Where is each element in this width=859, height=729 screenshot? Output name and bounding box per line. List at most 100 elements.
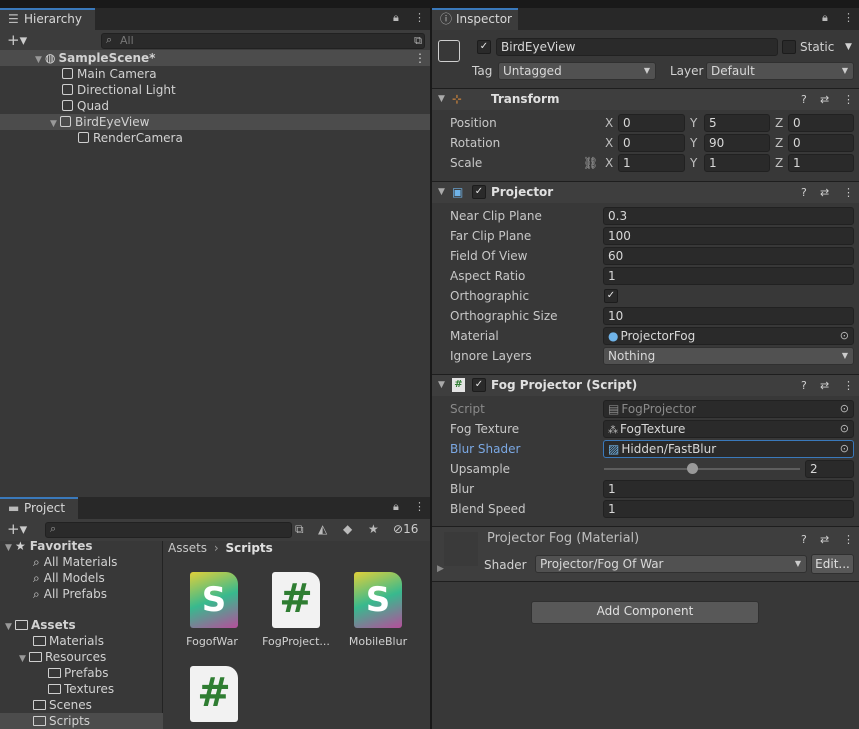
hierarchy-search-input[interactable]: ⌕ All ⧉: [101, 33, 425, 49]
hierarchy-item-quad[interactable]: Quad: [0, 98, 109, 114]
material-object-field[interactable]: ● ProjectorFog ⊙: [603, 327, 854, 345]
blur-shader-object-field[interactable]: ▨ Hidden/FastBlur ⊙: [603, 440, 854, 458]
rotation-y-field[interactable]: 90: [704, 134, 770, 152]
hierarchy-item-birdeyeview[interactable]: ▼ BirdEyeView: [0, 114, 430, 130]
object-picker-icon[interactable]: ⊙: [840, 328, 849, 344]
blur-field[interactable]: 1: [603, 480, 854, 498]
fog-projector-enabled-checkbox[interactable]: ✓: [472, 378, 486, 392]
static-checkbox[interactable]: [782, 40, 796, 54]
add-component-button[interactable]: Add Component: [531, 601, 759, 624]
constrain-proportions-icon[interactable]: ⛓: [583, 154, 598, 172]
more-icon[interactable]: ⋮: [414, 50, 426, 66]
scale-y-field[interactable]: 1: [704, 154, 770, 172]
active-checkbox[interactable]: ✓: [477, 40, 491, 54]
expand-arrow-icon[interactable]: ▶: [437, 564, 444, 574]
csharp-script-asset-icon[interactable]: #: [272, 572, 320, 628]
gameobject-large-icon[interactable]: [438, 40, 460, 62]
add-icon[interactable]: +▾: [7, 520, 27, 538]
position-z-field[interactable]: 0: [788, 114, 854, 132]
near-clip-field[interactable]: 0.3: [603, 207, 854, 225]
transform-header[interactable]: ▼ ⊹ Transform ? ⇄ ⋮: [432, 88, 859, 110]
shader-dropdown[interactable]: Projector/Fog Of War ▼: [535, 555, 807, 573]
hierarchy-item-rendercamera[interactable]: RenderCamera: [0, 130, 183, 146]
filter-type-icon[interactable]: ◭: [318, 522, 327, 536]
more-icon[interactable]: ⋮: [843, 533, 854, 546]
csharp-shader-asset-icon[interactable]: S: [190, 572, 238, 628]
more-icon[interactable]: ⋮: [843, 375, 854, 396]
fov-field[interactable]: 60: [603, 247, 854, 265]
add-icon[interactable]: +▾: [7, 31, 27, 49]
edit-shader-button[interactable]: Edit...: [811, 554, 854, 574]
more-icon[interactable]: ⋮: [843, 89, 854, 110]
tab-hierarchy[interactable]: ☰ Hierarchy: [0, 8, 95, 30]
more-icon[interactable]: ⋮: [414, 11, 425, 24]
more-icon[interactable]: ⋮: [843, 182, 854, 203]
fog-texture-object-field[interactable]: ⁂ FogTexture ⊙: [603, 420, 854, 438]
fog-projector-header[interactable]: ▼ # ✓ Fog Projector (Script) ? ⇄ ⋮: [432, 374, 859, 396]
help-icon[interactable]: ?: [801, 89, 807, 110]
tree-favorite-item[interactable]: ⌕ All Models: [0, 570, 105, 586]
tree-assets[interactable]: ▼ Assets: [0, 617, 76, 633]
hierarchy-item-main-camera[interactable]: Main Camera: [0, 66, 157, 82]
favorite-star-icon[interactable]: ★: [368, 522, 379, 536]
presets-icon[interactable]: ⇄: [820, 375, 829, 396]
tag-dropdown[interactable]: Untagged ▼: [498, 62, 656, 80]
projector-enabled-checkbox[interactable]: ✓: [472, 185, 486, 199]
object-picker-icon[interactable]: ⊙: [840, 441, 849, 457]
help-icon[interactable]: ?: [801, 375, 807, 396]
tab-project[interactable]: ▬ Project: [0, 497, 78, 519]
search-mode-icon[interactable]: ⧉: [295, 522, 304, 537]
rotation-z-field[interactable]: 0: [788, 134, 854, 152]
far-clip-field[interactable]: 100: [603, 227, 854, 245]
expand-arrow-icon[interactable]: ▼: [438, 182, 445, 203]
tree-favorite-item[interactable]: ⌕ All Prefabs: [0, 586, 107, 602]
csharp-shader-asset-icon[interactable]: S: [354, 572, 402, 628]
tree-folder-prefabs[interactable]: Prefabs: [0, 665, 109, 681]
breadcrumb-assets[interactable]: Assets: [168, 541, 207, 555]
lock-icon[interactable]: 🔒︎: [393, 500, 399, 514]
more-icon[interactable]: ⋮: [414, 500, 425, 513]
help-icon[interactable]: ?: [801, 182, 807, 203]
tree-folder-resources[interactable]: ▼ Resources: [0, 649, 106, 665]
projector-header[interactable]: ▼ ▣ ✓ Projector ? ⇄ ⋮: [432, 181, 859, 203]
upsample-slider-track[interactable]: [604, 468, 800, 470]
help-icon[interactable]: ?: [801, 533, 807, 546]
hierarchy-item-scene[interactable]: ▼ ◍ SampleScene* ⋮: [0, 50, 430, 66]
aspect-ratio-field[interactable]: 1: [603, 267, 854, 285]
blend-speed-field[interactable]: 1: [603, 500, 854, 518]
lock-icon[interactable]: 🔒︎: [393, 11, 399, 25]
tree-folder-scripts[interactable]: Scripts: [0, 713, 163, 729]
object-name-field[interactable]: BirdEyeView: [496, 38, 778, 56]
csharp-script-asset-icon[interactable]: #: [190, 666, 238, 722]
filter-label-icon[interactable]: ◆: [343, 522, 352, 536]
rotation-x-field[interactable]: 0: [618, 134, 685, 152]
ortho-size-field[interactable]: 10: [603, 307, 854, 325]
expand-arrow-icon[interactable]: ▼: [438, 89, 445, 110]
scale-z-field[interactable]: 1: [788, 154, 854, 172]
orthographic-checkbox[interactable]: ✓: [604, 289, 618, 303]
static-dropdown-icon[interactable]: ▼: [845, 39, 852, 55]
tree-favorite-item[interactable]: ⌕ All Materials: [0, 554, 117, 570]
upsample-field[interactable]: 2: [805, 460, 854, 478]
expand-arrow-icon[interactable]: ▼: [438, 375, 445, 396]
tree-folder-scenes[interactable]: Scenes: [0, 697, 92, 713]
scene-visibility-icon[interactable]: ⧉: [414, 34, 422, 48]
breadcrumb-scripts[interactable]: Scripts: [226, 541, 273, 555]
position-x-field[interactable]: 0: [618, 114, 685, 132]
position-y-field[interactable]: 5: [704, 114, 770, 132]
tab-inspector[interactable]: ⓘ Inspector: [432, 8, 518, 30]
presets-icon[interactable]: ⇄: [820, 182, 829, 203]
object-picker-icon[interactable]: ⊙: [840, 421, 849, 437]
ignore-layers-dropdown[interactable]: Nothing ▼: [603, 347, 854, 365]
lock-icon[interactable]: 🔒︎: [822, 11, 828, 25]
project-search-input[interactable]: ⌕: [45, 522, 292, 538]
presets-icon[interactable]: ⇄: [820, 533, 829, 546]
tree-folder-materials[interactable]: Materials: [0, 633, 104, 649]
scale-x-field[interactable]: 1: [618, 154, 685, 172]
hidden-packages-icon[interactable]: ⊘16: [393, 522, 418, 536]
tree-favorites[interactable]: ▼ ★ Favorites: [0, 538, 92, 554]
hierarchy-item-directional-light[interactable]: Directional Light: [0, 82, 176, 98]
more-icon[interactable]: ⋮: [843, 11, 854, 24]
tree-folder-textures[interactable]: Textures: [0, 681, 114, 697]
layer-dropdown[interactable]: Default ▼: [706, 62, 854, 80]
